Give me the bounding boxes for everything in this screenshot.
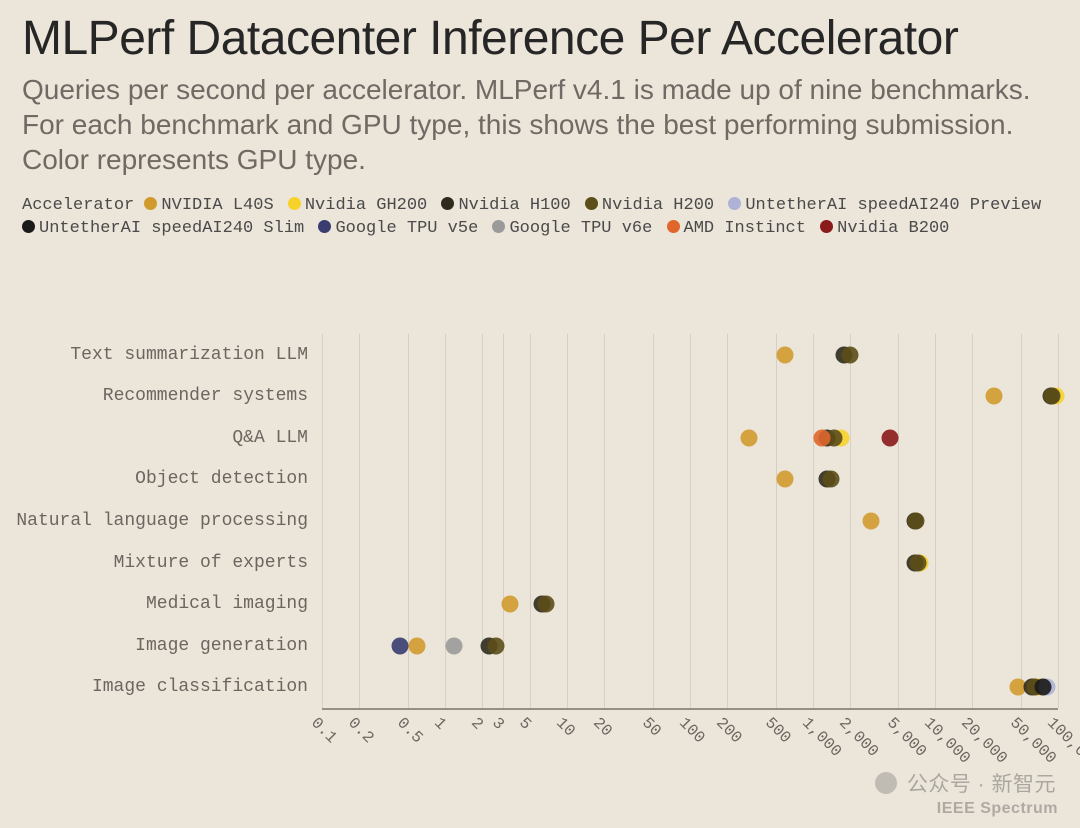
legend-item-label: AMD Instinct bbox=[684, 218, 806, 241]
y-category-label: Q&A LLM bbox=[232, 428, 322, 448]
legend-item-label: Nvidia B200 bbox=[837, 218, 949, 241]
legend-item: Nvidia GH200 bbox=[288, 195, 427, 218]
legend-item: AMD Instinct bbox=[667, 218, 806, 241]
x-tick-label: 200 bbox=[712, 714, 745, 747]
chart-row: Q&A LLM bbox=[322, 438, 1058, 439]
legend-dot-icon bbox=[22, 220, 35, 233]
x-tick-label: 10 bbox=[553, 714, 579, 740]
data-point bbox=[501, 596, 518, 613]
x-tick-label: 5 bbox=[516, 714, 536, 734]
data-point bbox=[882, 429, 899, 446]
legend-item: Google TPU v6e bbox=[492, 218, 652, 241]
legend-dot-icon bbox=[144, 197, 157, 210]
y-category-label: Natural language processing bbox=[16, 511, 322, 531]
data-point bbox=[908, 513, 925, 530]
y-category-label: Image generation bbox=[135, 636, 322, 656]
x-tick-label: 0.2 bbox=[344, 714, 377, 747]
legend-item-label: Google TPU v5e bbox=[335, 218, 478, 241]
data-point bbox=[740, 429, 757, 446]
legend-dot-icon bbox=[820, 220, 833, 233]
y-category-label: Mixture of experts bbox=[114, 553, 322, 573]
legend-dot-icon bbox=[585, 197, 598, 210]
legend-item-label: Nvidia H200 bbox=[602, 195, 714, 218]
x-tick-label: 3 bbox=[488, 714, 508, 734]
wechat-icon bbox=[875, 772, 897, 794]
chart-row: Object detection bbox=[322, 479, 1058, 480]
legend-item-label: Google TPU v6e bbox=[509, 218, 652, 241]
chart-row: Image generation bbox=[322, 646, 1058, 647]
legend-dot-icon bbox=[441, 197, 454, 210]
chart-row: Mixture of experts bbox=[322, 563, 1058, 564]
legend-item: Nvidia H100 bbox=[441, 195, 570, 218]
data-point bbox=[777, 346, 794, 363]
legend-item: UntetherAI speedAI240 Slim bbox=[22, 218, 304, 241]
plot-area: Text summarization LLM Recommender system… bbox=[322, 334, 1058, 710]
x-tick-label: 50 bbox=[638, 714, 664, 740]
chart-row: Image classification bbox=[322, 687, 1058, 688]
data-point bbox=[822, 471, 839, 488]
y-category-label: Medical imaging bbox=[146, 594, 322, 614]
data-point bbox=[777, 471, 794, 488]
x-tick-label: 0.5 bbox=[393, 714, 426, 747]
legend-dot-icon bbox=[667, 220, 680, 233]
chart-row: Natural language processing bbox=[322, 521, 1058, 522]
chart: Text summarization LLM Recommender system… bbox=[0, 334, 1080, 766]
overlay-text: 公众号 · 新智元 bbox=[907, 768, 1056, 798]
legend-dot-icon bbox=[492, 220, 505, 233]
legend-dot-icon bbox=[728, 197, 741, 210]
chart-row: Text summarization LLM bbox=[322, 355, 1058, 356]
overlay-watermark: 公众号 · 新智元 bbox=[875, 768, 1056, 798]
legend-item-label: Nvidia GH200 bbox=[305, 195, 427, 218]
legend-item-label: UntetherAI speedAI240 Preview bbox=[745, 195, 1041, 218]
legend-dot-icon bbox=[318, 220, 331, 233]
chart-row: Recommender systems bbox=[322, 396, 1058, 397]
x-axis-ticks: 0.10.20.512351020501002005001,0002,0005,… bbox=[322, 710, 1058, 766]
data-point bbox=[841, 346, 858, 363]
data-point bbox=[814, 429, 831, 446]
x-tick-label: 5,000 bbox=[884, 714, 931, 761]
data-point bbox=[446, 637, 463, 654]
data-point bbox=[391, 637, 408, 654]
x-tick-label: 1 bbox=[430, 714, 450, 734]
y-category-label: Recommender systems bbox=[103, 386, 322, 406]
legend-item: Nvidia B200 bbox=[820, 218, 949, 241]
legend-item: Nvidia H200 bbox=[585, 195, 714, 218]
legend-item-label: NVIDIA L40S bbox=[161, 195, 273, 218]
y-category-label: Object detection bbox=[135, 469, 322, 489]
data-point bbox=[863, 513, 880, 530]
data-point bbox=[537, 596, 554, 613]
data-point bbox=[487, 637, 504, 654]
data-point bbox=[1044, 388, 1061, 405]
x-tick-label: 20 bbox=[590, 714, 616, 740]
x-tick-label: 100 bbox=[675, 714, 708, 747]
x-tick-label: 500 bbox=[761, 714, 794, 747]
y-category-label: Image classification bbox=[92, 677, 322, 697]
data-point bbox=[1034, 679, 1051, 696]
data-point bbox=[909, 554, 926, 571]
legend-item: UntetherAI speedAI240 Preview bbox=[728, 195, 1041, 218]
data-point bbox=[985, 388, 1002, 405]
page-subtitle: Queries per second per accelerator. MLPe… bbox=[22, 72, 1058, 177]
legend-item-label: Nvidia H100 bbox=[458, 195, 570, 218]
legend: Accelerator NVIDIA L40S Nvidia GH200 Nvi… bbox=[22, 195, 1058, 241]
page-title: MLPerf Datacenter Inference Per Accelera… bbox=[22, 12, 1058, 66]
legend-prefix: Accelerator bbox=[22, 196, 134, 215]
x-tick-label: 0.1 bbox=[307, 714, 340, 747]
data-point bbox=[409, 637, 426, 654]
x-tick-label: 2 bbox=[467, 714, 487, 734]
y-category-label: Text summarization LLM bbox=[70, 345, 322, 365]
x-tick-label: 1,000 bbox=[798, 714, 845, 761]
credit: IEEE Spectrum bbox=[937, 800, 1058, 818]
x-tick-label: 2,000 bbox=[835, 714, 882, 761]
legend-dot-icon bbox=[288, 197, 301, 210]
legend-item: NVIDIA L40S bbox=[144, 195, 273, 218]
legend-item: Google TPU v5e bbox=[318, 218, 478, 241]
legend-item-label: UntetherAI speedAI240 Slim bbox=[39, 218, 304, 241]
chart-row: Medical imaging bbox=[322, 604, 1058, 605]
